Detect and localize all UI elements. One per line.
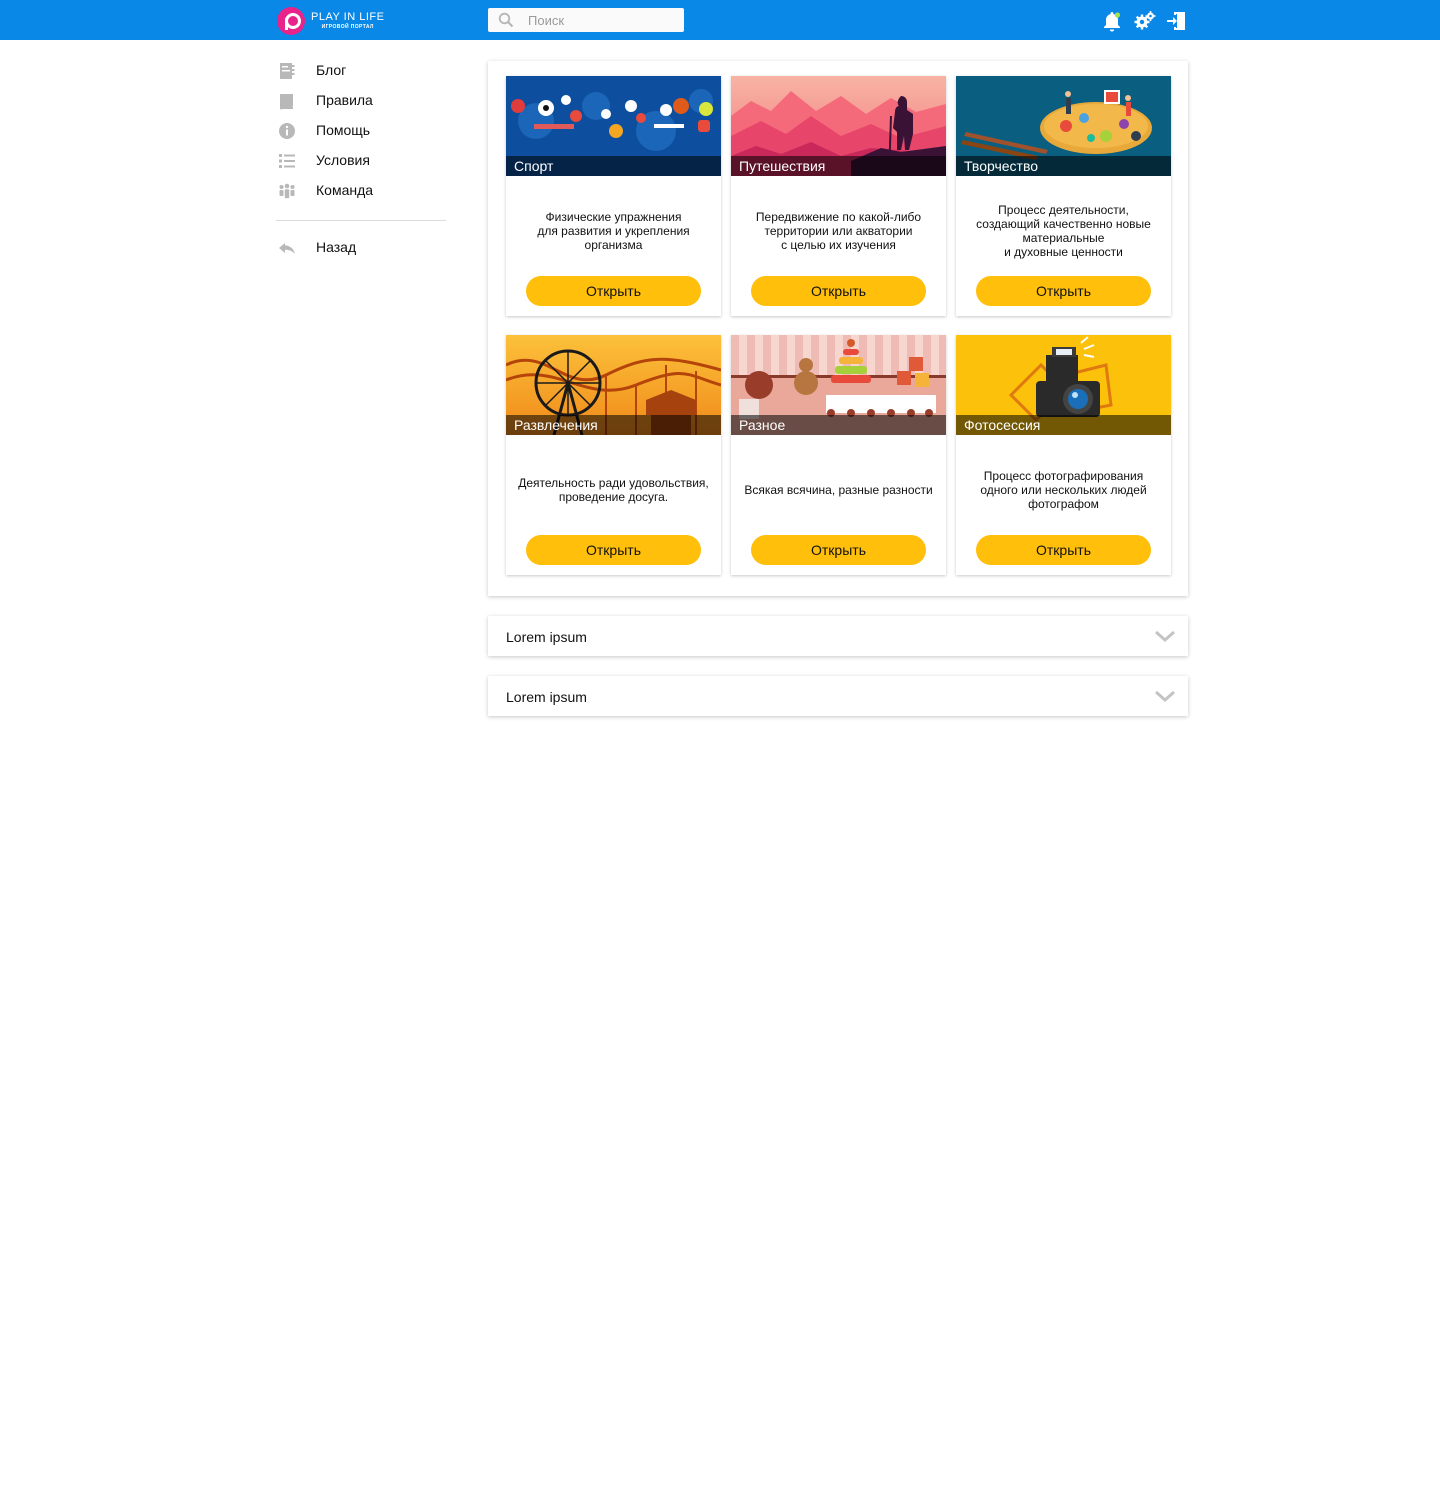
sidebar-item-label: Правила [316,92,373,108]
reply-icon [279,243,295,254]
card-title-bar: Разное [731,415,946,435]
sidebar-item-back[interactable]: Назад [276,233,446,263]
card-title: Разное [739,417,786,433]
card-title: Путешествия [739,158,826,174]
logo-subtitle: ИГРОВОЙ ПОРТАЛ [321,24,374,30]
sidebar-item-label: Назад [316,239,357,255]
sidebar-item-label: Команда [316,182,374,198]
open-button[interactable]: Открыть [751,276,926,306]
logout-icon[interactable] [1165,10,1187,32]
open-button[interactable]: Открыть [751,535,926,565]
card-description: Процесс деятельности, создающий качестве… [976,203,1151,259]
sidebar-item-label: Условия [316,152,370,168]
chevron-down-icon[interactable] [1154,628,1176,644]
team-icon [279,183,295,199]
card-title: Творчество [964,158,1039,174]
sidebar-item-help[interactable]: Помощь [276,116,446,146]
sidebar-divider [276,220,446,221]
sidebar: Блог Правила Помощь Условия Команда Наза… [276,56,446,263]
accordion-1[interactable]: Lorem ipsum [488,616,1188,656]
sidebar-item-label: Блог [316,62,347,78]
card-title: Спорт [514,158,554,174]
card-description: Передвижение по какой-либо территории ил… [755,210,922,252]
top-bar: PLAY IN LIFE ИГРОВОЙ ПОРТАЛ [0,0,1440,40]
sidebar-item-blog[interactable]: Блог [276,56,446,86]
card-title-bar: Творчество [956,156,1171,176]
category-card-entertainment: Развлечения Деятельность ради удовольств… [506,335,721,575]
settings-icon[interactable] [1134,10,1156,32]
logo[interactable]: PLAY IN LIFE ИГРОВОЙ ПОРТАЛ [277,6,384,36]
bell-icon[interactable] [1101,10,1123,32]
category-card-sport: Спорт Физические упражнения для развития… [506,76,721,316]
search-icon[interactable] [498,12,514,28]
accordion-2[interactable]: Lorem ipsum [488,676,1188,716]
card-title-bar: Спорт [506,156,721,176]
card-title-bar: Развлечения [506,415,721,435]
card-description: Физические упражнения для развития и укр… [537,210,690,252]
category-card-travel: Путешествия Передвижение по какой-либо т… [731,76,946,316]
logo-text: PLAY IN LIFE ИГРОВОЙ ПОРТАЛ [311,12,384,30]
open-button[interactable]: Открыть [976,276,1151,306]
blog-icon [280,63,295,79]
sidebar-item-rules[interactable]: Правила [276,86,446,116]
accordion-label: Lorem ipsum [506,689,587,705]
card-title: Развлечения [514,417,598,433]
list-icon [279,154,295,168]
info-icon [279,123,295,139]
book-icon [279,94,293,110]
open-button[interactable]: Открыть [976,535,1151,565]
card-description: Деятельность ради удовольствия, проведен… [518,476,709,504]
open-button[interactable]: Открыть [526,276,701,306]
chevron-down-icon[interactable] [1154,688,1176,704]
card-description: Процесс фотографирования одного или неск… [980,469,1147,511]
category-panel: Спорт Физические упражнения для развития… [488,61,1188,596]
logo-title: PLAY IN LIFE [311,11,385,23]
category-card-creativity: Творчество Процесс деятельности, создающ… [956,76,1171,316]
sidebar-item-team[interactable]: Команда [276,176,446,206]
sidebar-item-terms[interactable]: Условия [276,146,446,176]
category-card-misc: Разное Всякая всячина, разные разности О… [731,335,946,575]
card-title-bar: Фотосессия [956,415,1171,435]
card-title: Фотосессия [964,417,1041,433]
search-box [488,8,684,32]
accordion-label: Lorem ipsum [506,629,587,645]
open-button[interactable]: Открыть [526,535,701,565]
logo-icon [277,7,305,35]
card-title-bar: Путешествия [731,156,946,176]
sidebar-item-label: Помощь [316,122,371,138]
search-input[interactable] [528,11,668,29]
category-card-photoshoot: Фотосессия Процесс фотографирования одно… [956,335,1171,575]
card-description: Всякая всячина, разные разности [744,483,933,497]
